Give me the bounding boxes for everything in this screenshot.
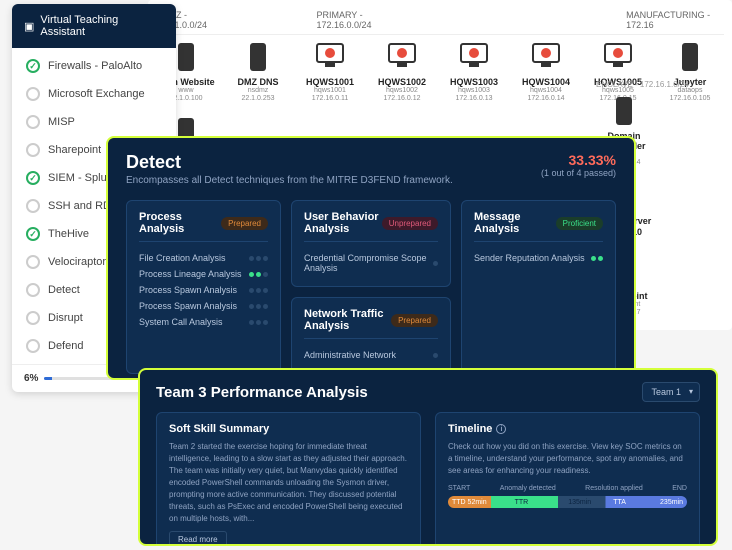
check-icon (26, 227, 40, 241)
vta-item-label: Sharepoint (48, 144, 101, 156)
progress-pct: 6% (24, 373, 38, 384)
vta-item-1[interactable]: Microsoft Exchange (12, 80, 176, 108)
radio-icon (26, 143, 40, 157)
network-sections: DMZ - 22.1.0.0/24 PRIMARY - 172.16.0.0/2… (156, 8, 724, 35)
vta-title: Virtual Teaching Assistant (40, 14, 164, 38)
radio-icon (26, 199, 40, 213)
timeline-card: Timeline i Check out how you did on this… (435, 412, 700, 546)
user-behavior-card[interactable]: User Behavior AnalysisUnprepared Credenti… (291, 200, 451, 287)
network-node[interactable]: DMZ DNSnsdmz22.1.0.253 (228, 41, 288, 104)
workstation-icon (458, 43, 490, 75)
read-more-button[interactable]: Read more (169, 531, 227, 546)
card-title: Message Analysis (474, 211, 556, 235)
technique-item[interactable]: Credential Compromise Scope Analysis (304, 250, 438, 276)
vta-item-label: Microsoft Exchange (48, 88, 145, 100)
detect-title: Detect (126, 152, 453, 173)
server-icon (242, 43, 274, 75)
timeline-bar: TTD 52min TTR 135min TTA 235min (448, 496, 687, 508)
status-pill: Prepared (391, 314, 438, 327)
detect-passed: (1 out of 4 passed) (541, 168, 616, 178)
vta-item-label: Detect (48, 284, 80, 296)
technique-item[interactable]: Process Spawn Analysis (139, 298, 268, 314)
technique-item[interactable]: File Creation Analysis (139, 250, 268, 266)
soft-skill-title: Soft Skill Summary (169, 423, 408, 435)
detect-panel: Detect Encompasses all Detect techniques… (106, 136, 636, 380)
message-analysis-card[interactable]: Message AnalysisProficient Sender Reputat… (461, 200, 616, 374)
vta-header: ▣ Virtual Teaching Assistant (12, 4, 176, 48)
network-node[interactable]: HQWS1001hqws1001172.16.0.11 (300, 41, 360, 104)
workstation-icon (386, 43, 418, 75)
technique-item[interactable]: Sender Reputation Analysis (474, 250, 603, 266)
process-analysis-card[interactable]: Process AnalysisPrepared File Creation An… (126, 200, 281, 374)
network-node[interactable]: HQWS1004hqws1004172.16.0.14 (516, 41, 576, 104)
check-icon (26, 59, 40, 73)
vta-item-label: Velociraptor (48, 256, 106, 268)
card-title: User Behavior Analysis (304, 211, 382, 235)
card-title: Network Traffic Analysis (304, 308, 391, 332)
vta-item-0[interactable]: Firewalls - PaloAlto (12, 52, 176, 80)
status-pill: Proficient (556, 217, 603, 230)
technique-item[interactable]: Administrative Network (304, 347, 438, 363)
soft-skill-body: Team 2 started the exercise hoping for i… (169, 441, 408, 525)
radio-icon (26, 255, 40, 269)
workstation-icon (530, 43, 562, 75)
radio-icon (26, 87, 40, 101)
workstation-icon (314, 43, 346, 75)
check-icon (26, 171, 40, 185)
vta-item-label: Defend (48, 340, 83, 352)
detect-subtitle: Encompasses all Detect techniques from t… (126, 175, 453, 186)
technique-item[interactable]: System Call Analysis (139, 314, 268, 330)
team-performance-panel: Team 3 Performance Analysis Team 1 Soft … (138, 368, 718, 546)
vta-item-label: Disrupt (48, 312, 83, 324)
radio-icon (26, 339, 40, 353)
network-node[interactable]: HQWS1002hqws1002172.16.0.12 (372, 41, 432, 104)
server-icon (608, 97, 640, 129)
vta-icon: ▣ (24, 20, 34, 33)
soft-skill-card: Soft Skill Summary Team 2 started the ex… (156, 412, 421, 546)
network-traffic-card[interactable]: Network Traffic AnalysisPrepared Administ… (291, 297, 451, 374)
vta-item-label: MISP (48, 116, 75, 128)
workstation-icon (602, 43, 634, 75)
card-title: Process Analysis (139, 211, 221, 235)
network-node[interactable]: HQWS1003hqws1003172.16.0.13 (444, 41, 504, 104)
vta-item-label: Firewalls - PaloAlto (48, 60, 142, 72)
status-pill: Unprepared (382, 217, 438, 230)
status-pill: Prepared (221, 217, 268, 230)
radio-icon (26, 311, 40, 325)
timeline-body: Check out how you did on this exercise. … (448, 441, 687, 477)
team-title: Team 3 Performance Analysis (156, 384, 368, 401)
server-icon (674, 43, 706, 75)
detect-percent: 33.33% (541, 152, 616, 168)
vta-item-label: TheHive (48, 228, 89, 240)
technique-item[interactable]: Process Lineage Analysis (139, 266, 268, 282)
vta-item-2[interactable]: MISP (12, 108, 176, 136)
radio-icon (26, 115, 40, 129)
info-icon[interactable]: i (496, 424, 506, 434)
technique-item[interactable]: Process Spawn Analysis (139, 282, 268, 298)
radio-icon (26, 283, 40, 297)
team-selector[interactable]: Team 1 (642, 382, 700, 402)
timeline-title: Timeline (448, 423, 492, 435)
